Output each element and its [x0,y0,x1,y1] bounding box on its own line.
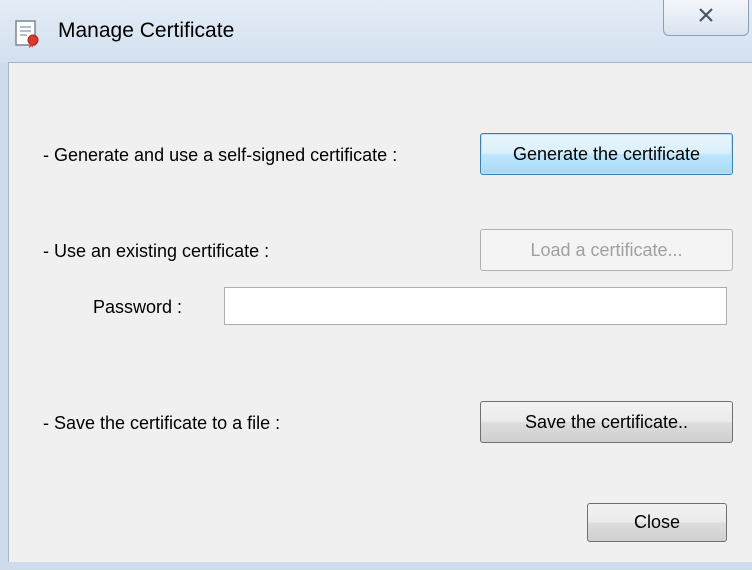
title-bar[interactable]: Manage Certificate [0,0,752,62]
generate-certificate-button[interactable]: Generate the certificate [480,133,733,175]
password-input[interactable] [224,287,727,325]
window-close-button[interactable] [663,0,749,36]
save-certificate-button[interactable]: Save the certificate.. [480,401,733,443]
close-icon [698,8,714,27]
save-certificate-label: - Save the certificate to a file : [43,413,281,433]
close-button[interactable]: Close [587,503,727,542]
dialog-content: - Generate and use a self-signed certifi… [8,62,752,562]
load-certificate-button[interactable]: Load a certificate... [480,229,733,271]
existing-certificate-label: - Use an existing certificate : [43,241,270,261]
manage-certificate-dialog: Manage Certificate - Generate and use a … [0,0,752,570]
certificate-document-icon [12,18,42,48]
generate-certificate-label: - Generate and use a self-signed certifi… [43,145,398,165]
window-title: Manage Certificate [58,19,235,42]
password-label: Password : [93,297,183,317]
